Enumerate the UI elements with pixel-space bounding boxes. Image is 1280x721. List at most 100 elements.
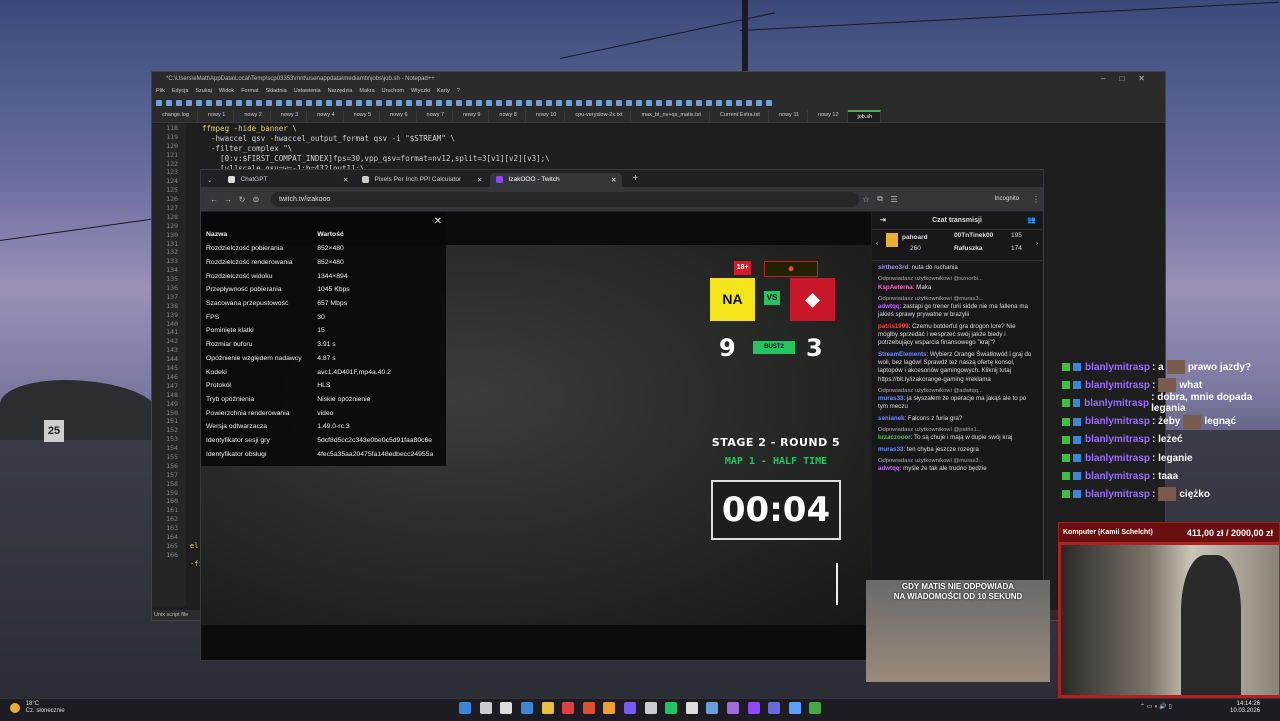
browser-tab[interactable]: Pixels Per Inch PPI Calculator ✕ — [356, 173, 488, 187]
more-icon[interactable]: ⋮ — [1029, 195, 1043, 204]
editor-tab[interactable]: job.sh — [847, 110, 882, 122]
site-info-icon[interactable]: ⊜ — [249, 195, 263, 204]
chat-username[interactable]: sirtheo3rd — [878, 264, 908, 271]
editor-tab[interactable]: nowy 10 — [526, 110, 566, 122]
menu-item[interactable]: ? — [457, 88, 460, 94]
taskbar-app-icon[interactable] — [706, 702, 719, 714]
editor-tab[interactable]: nowy 1 — [198, 110, 235, 122]
editor-tab[interactable]: change.log — [152, 110, 198, 122]
menu-icon[interactable]: ☰ — [887, 195, 901, 204]
taskbar-app-icon[interactable] — [624, 702, 637, 714]
close-tab-icon[interactable]: ✕ — [343, 176, 348, 184]
editor-tab[interactable]: nowy 9 — [453, 110, 490, 122]
incognito-badge[interactable]: Incognito — [995, 196, 1019, 202]
reload-icon[interactable]: ↻ — [235, 195, 249, 204]
menu-item[interactable]: Edycja — [172, 88, 189, 94]
taskbar-app-icon[interactable] — [727, 702, 740, 714]
toolbar-button-icon[interactable] — [546, 100, 552, 106]
menu-item[interactable]: Makra — [359, 88, 374, 94]
toolbar-button-icon[interactable] — [276, 100, 282, 106]
toolbar-button-icon[interactable] — [696, 100, 702, 106]
toolbar-button-icon[interactable] — [446, 100, 452, 106]
taskbar-app-icon[interactable] — [603, 702, 616, 714]
menu-item[interactable]: Uruchom — [382, 88, 404, 94]
editor-tab[interactable]: nowy 4 — [307, 110, 344, 122]
toolbar-button-icon[interactable] — [486, 100, 492, 106]
toolbar-button-icon[interactable] — [606, 100, 612, 106]
menu-item[interactable]: Narzędzia — [328, 88, 353, 94]
toolbar-button-icon[interactable] — [386, 100, 392, 106]
toolbar-button-icon[interactable] — [436, 100, 442, 106]
forward-icon[interactable]: → — [221, 195, 235, 204]
toolbar-button-icon[interactable] — [686, 100, 692, 106]
menu-item[interactable]: Format — [241, 88, 258, 94]
menu-item[interactable]: Ustawienia — [294, 88, 321, 94]
users-icon[interactable]: 👥 — [1027, 212, 1036, 229]
clock[interactable]: 14:14:26 10.03.2026 — [1230, 701, 1260, 715]
toolbar-button-icon[interactable] — [246, 100, 252, 106]
toolbar-button-icon[interactable] — [516, 100, 522, 106]
editor-tab[interactable]: nowy 11 — [769, 110, 809, 122]
taskbar-app-icon[interactable] — [809, 702, 822, 714]
chat-username[interactable]: StreamElements — [878, 351, 927, 358]
toolbar-button-icon[interactable] — [766, 100, 772, 106]
toolbar-button-icon[interactable] — [346, 100, 352, 106]
menu-item[interactable]: Szukaj — [195, 88, 212, 94]
editor-tab[interactable]: cpu-veryslow-2x.txt — [565, 110, 632, 122]
editor-tab[interactable]: nowy 8 — [489, 110, 526, 122]
menu-item[interactable]: Karty — [437, 88, 450, 94]
toolbar-button-icon[interactable] — [226, 100, 232, 106]
toolbar-button-icon[interactable] — [666, 100, 672, 106]
close-icon[interactable]: ✕ — [434, 216, 442, 227]
toolbar-button-icon[interactable] — [576, 100, 582, 106]
close-tab-icon[interactable]: ✕ — [477, 176, 482, 184]
editor-tab[interactable]: nowy 6 — [380, 110, 417, 122]
extension-icon[interactable]: ⧉ — [873, 194, 887, 204]
editor-tab[interactable]: nowy 5 — [344, 110, 381, 122]
toolbar-button-icon[interactable] — [456, 100, 462, 106]
taskbar-app-icon[interactable] — [500, 702, 513, 714]
toolbar-button-icon[interactable] — [556, 100, 562, 106]
system-tray[interactable]: ⌃ ▭ ◖ 🔊 ▯ — [1140, 703, 1172, 710]
back-icon[interactable]: ← — [207, 195, 221, 204]
toolbar-button-icon[interactable] — [156, 100, 162, 106]
taskbar-app-icon[interactable] — [459, 702, 472, 714]
toolbar-button-icon[interactable] — [596, 100, 602, 106]
taskbar-app-icon[interactable] — [685, 702, 698, 714]
toolbar-button-icon[interactable] — [416, 100, 422, 106]
toolbar-button-icon[interactable] — [636, 100, 642, 106]
toolbar-button-icon[interactable] — [426, 100, 432, 106]
toolbar-button-icon[interactable] — [676, 100, 682, 106]
menu-item[interactable]: Składnia — [266, 88, 287, 94]
taskbar-app-icon[interactable] — [479, 702, 492, 714]
address-bar[interactable]: twitch.tv/izakooo — [271, 191, 859, 207]
close-tab-icon[interactable]: ✕ — [611, 176, 616, 184]
toolbar-button-icon[interactable] — [236, 100, 242, 106]
chat-username[interactable]: krzaczooor — [878, 434, 911, 441]
taskbar-app-icon[interactable] — [562, 702, 575, 714]
next-icon[interactable]: › — [1036, 240, 1038, 247]
toolbar-button-icon[interactable] — [326, 100, 332, 106]
taskbar-app-icon[interactable] — [582, 702, 595, 714]
collapse-chat-icon[interactable]: ⇥ — [880, 212, 886, 229]
toolbar-button-icon[interactable] — [336, 100, 342, 106]
code-editor[interactable]: ffmpeg -hide_banner \ -hwaccel qsv -hwac… — [202, 124, 550, 174]
toolbar-button-icon[interactable] — [586, 100, 592, 106]
taskbar-app-icon[interactable] — [768, 702, 781, 714]
taskbar-app-icon[interactable] — [521, 702, 534, 714]
editor-tab[interactable]: nowy 3 — [271, 110, 308, 122]
toolbar-button-icon[interactable] — [706, 100, 712, 106]
toolbar-button-icon[interactable] — [356, 100, 362, 106]
toolbar-button-icon[interactable] — [506, 100, 512, 106]
toolbar-button-icon[interactable] — [736, 100, 742, 106]
menu-item[interactable]: Widok — [219, 88, 234, 94]
chat-username[interactable]: KspAeterna — [878, 284, 913, 291]
toolbar-button-icon[interactable] — [726, 100, 732, 106]
toolbar-button-icon[interactable] — [406, 100, 412, 106]
editor-tab[interactable]: nowy 7 — [417, 110, 453, 122]
toolbar-button-icon[interactable] — [316, 100, 322, 106]
browser-tab[interactable]: IzakOOO - Twitch ✕ — [490, 173, 623, 187]
taskbar-app-icon[interactable] — [541, 702, 554, 714]
taskbar-app-icon[interactable] — [747, 702, 760, 714]
tab-search-icon[interactable]: ⌄ — [207, 176, 212, 184]
